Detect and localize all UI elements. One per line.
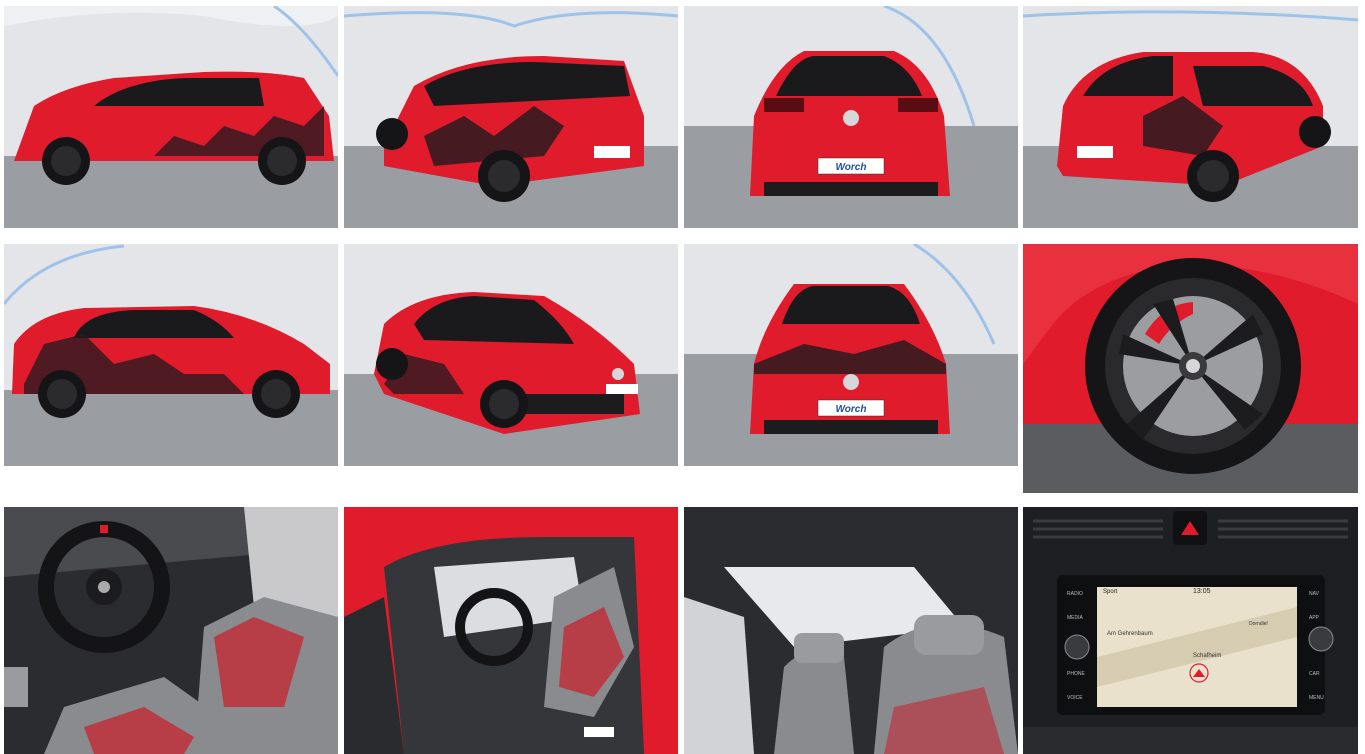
photo-rear-three-quarter-right[interactable] [1023,6,1358,228]
photo-side-right[interactable] [4,244,338,466]
car-side-right-image [4,244,338,466]
menu-right-2: CAR [1309,671,1320,677]
plate-worch-front: Worch [836,404,867,415]
photo-interior-driver-door[interactable] [344,507,678,754]
nav-place: Schafheim [1193,653,1221,659]
car-rear-three-quarter-image [344,6,678,228]
plate-worch-rear: Worch [836,162,867,173]
photo-rear-three-quarter-left[interactable] [344,6,678,228]
menu-left-0: RADIO [1067,591,1083,597]
car-side-left-image [4,6,338,228]
car-front-image: Worch [684,244,1018,466]
car-rear-three-quarter-right-image [1023,6,1358,228]
menu-left-3: VOICE [1067,695,1083,701]
menu-left-2: PHONE [1067,671,1085,677]
interior-cockpit-image [4,507,338,754]
photo-wheel-closeup[interactable] [1023,244,1358,493]
photo-front[interactable]: Worch [684,244,1018,466]
car-front-three-quarter-image [344,244,678,466]
photo-side-left[interactable] [4,6,338,228]
nav-mode: Sport [1103,589,1118,595]
nav-time: 13:05 [1193,588,1211,595]
interior-driver-door-image [344,507,678,754]
photo-infotainment[interactable]: Sport 13:05 Am Gehrenbaum Schafheim Dorn… [1023,507,1358,754]
car-rear-image: Worch [684,6,1018,228]
menu-right-3: MENU [1309,695,1324,701]
photo-rear[interactable]: Worch [684,6,1018,228]
photo-front-three-quarter-right[interactable] [344,244,678,466]
menu-right-0: NAV [1309,591,1320,597]
photo-panoramic-roof[interactable] [684,507,1018,754]
nav-street: Am Gehrenbaum [1107,631,1153,637]
panoramic-roof-image [684,507,1018,754]
photo-interior-cockpit[interactable] [4,507,338,754]
menu-right-1: APP [1309,615,1320,621]
nav-place2: Dorndiel [1249,621,1268,627]
infotainment-image: Sport 13:05 Am Gehrenbaum Schafheim Dorn… [1023,507,1358,754]
wheel-closeup-image [1023,244,1358,493]
menu-left-1: MEDIA [1067,615,1084,621]
